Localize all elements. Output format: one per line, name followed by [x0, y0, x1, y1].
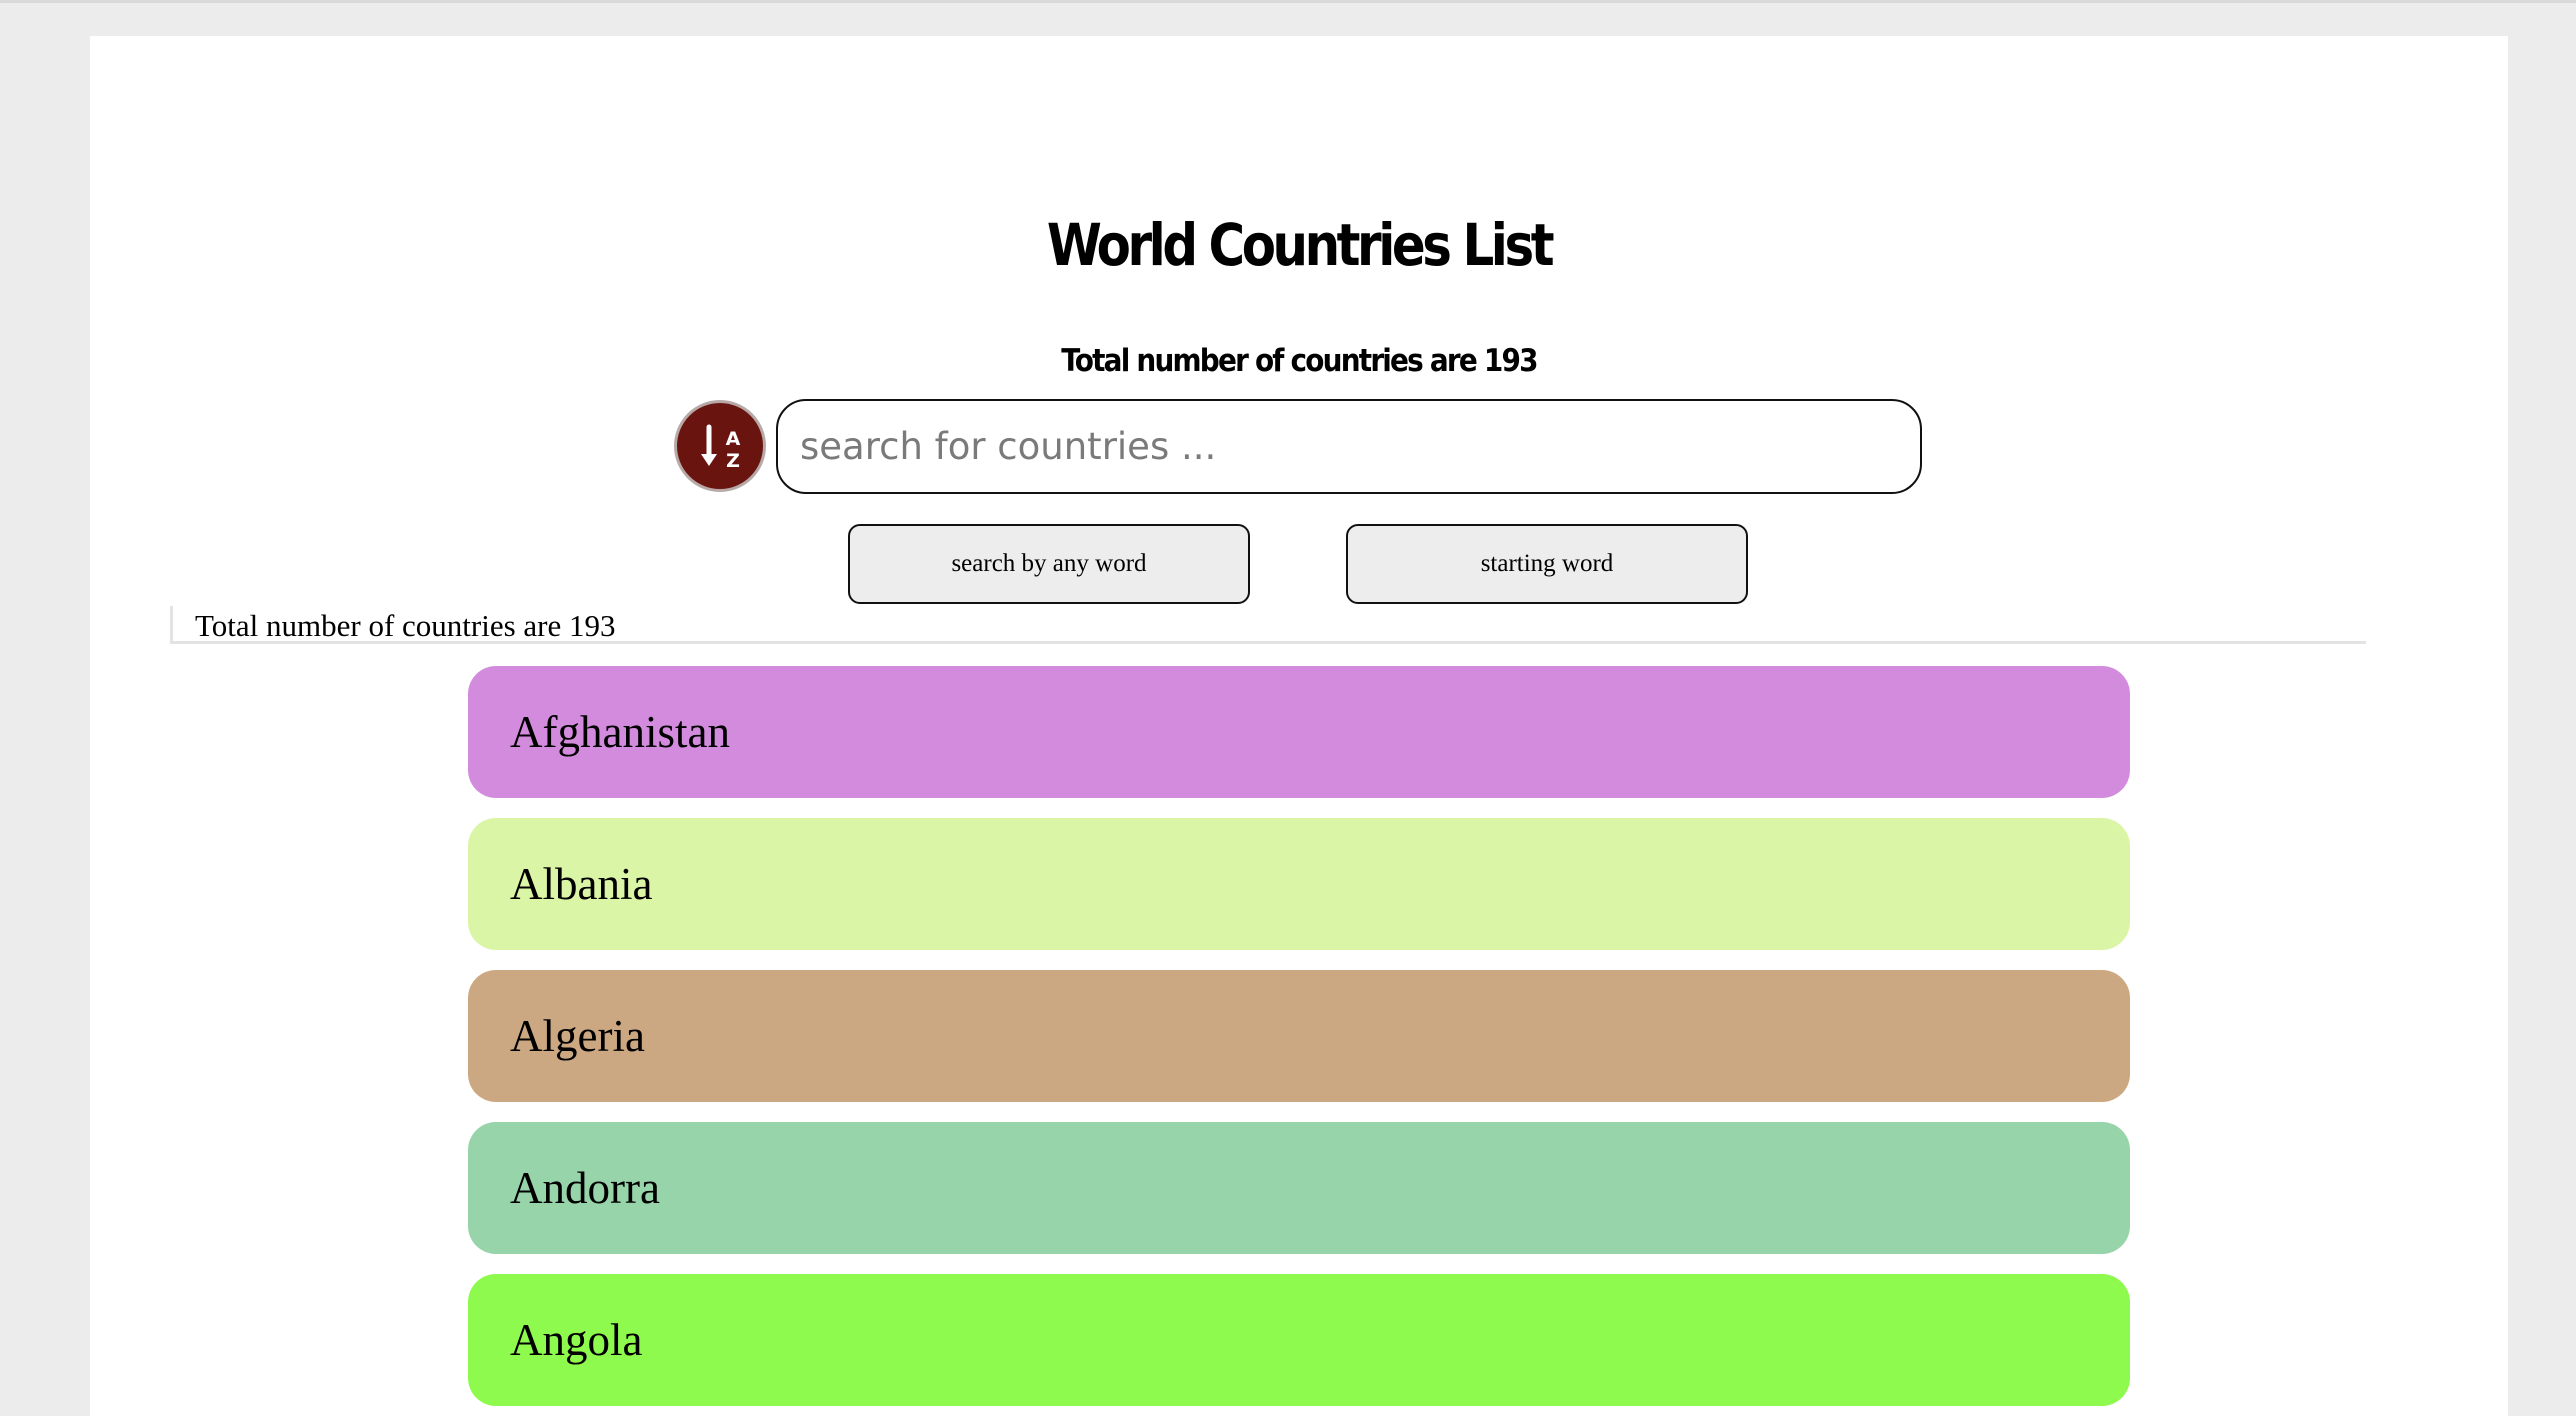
country-name: Afghanistan [510, 707, 730, 757]
country-item[interactable]: Angola [468, 1274, 2130, 1406]
results-count-text: Total number of countries are 193 [195, 608, 616, 643]
country-item[interactable]: Andorra [468, 1122, 2130, 1254]
country-item[interactable]: Algeria [468, 970, 2130, 1102]
country-list: Afghanistan Albania Algeria Andorra Ango… [468, 666, 2130, 1416]
results-count-bar: Total number of countries are 193 [170, 606, 2366, 644]
country-name: Algeria [510, 1011, 645, 1061]
country-name: Andorra [510, 1163, 660, 1213]
svg-text:A: A [726, 428, 741, 450]
page-subtitle: Total number of countries are 193 [1061, 343, 1538, 379]
country-name: Albania [510, 859, 653, 909]
window-top-border [0, 0, 2576, 3]
country-name: Angola [510, 1315, 643, 1365]
country-item[interactable]: Afghanistan [468, 666, 2130, 798]
search-any-word-button[interactable]: search by any word [848, 524, 1250, 604]
sort-alpha-down-icon: A Z [701, 424, 741, 472]
country-item[interactable]: Albania [468, 818, 2130, 950]
page-title: World Countries List [1046, 211, 1555, 279]
starting-word-button[interactable]: starting word [1346, 524, 1748, 604]
search-input[interactable] [776, 399, 1922, 494]
sort-alphabetical-button[interactable]: A Z [674, 400, 766, 492]
page-content: World Countries List Total number of cou… [90, 36, 2508, 1416]
svg-text:Z: Z [726, 450, 740, 472]
